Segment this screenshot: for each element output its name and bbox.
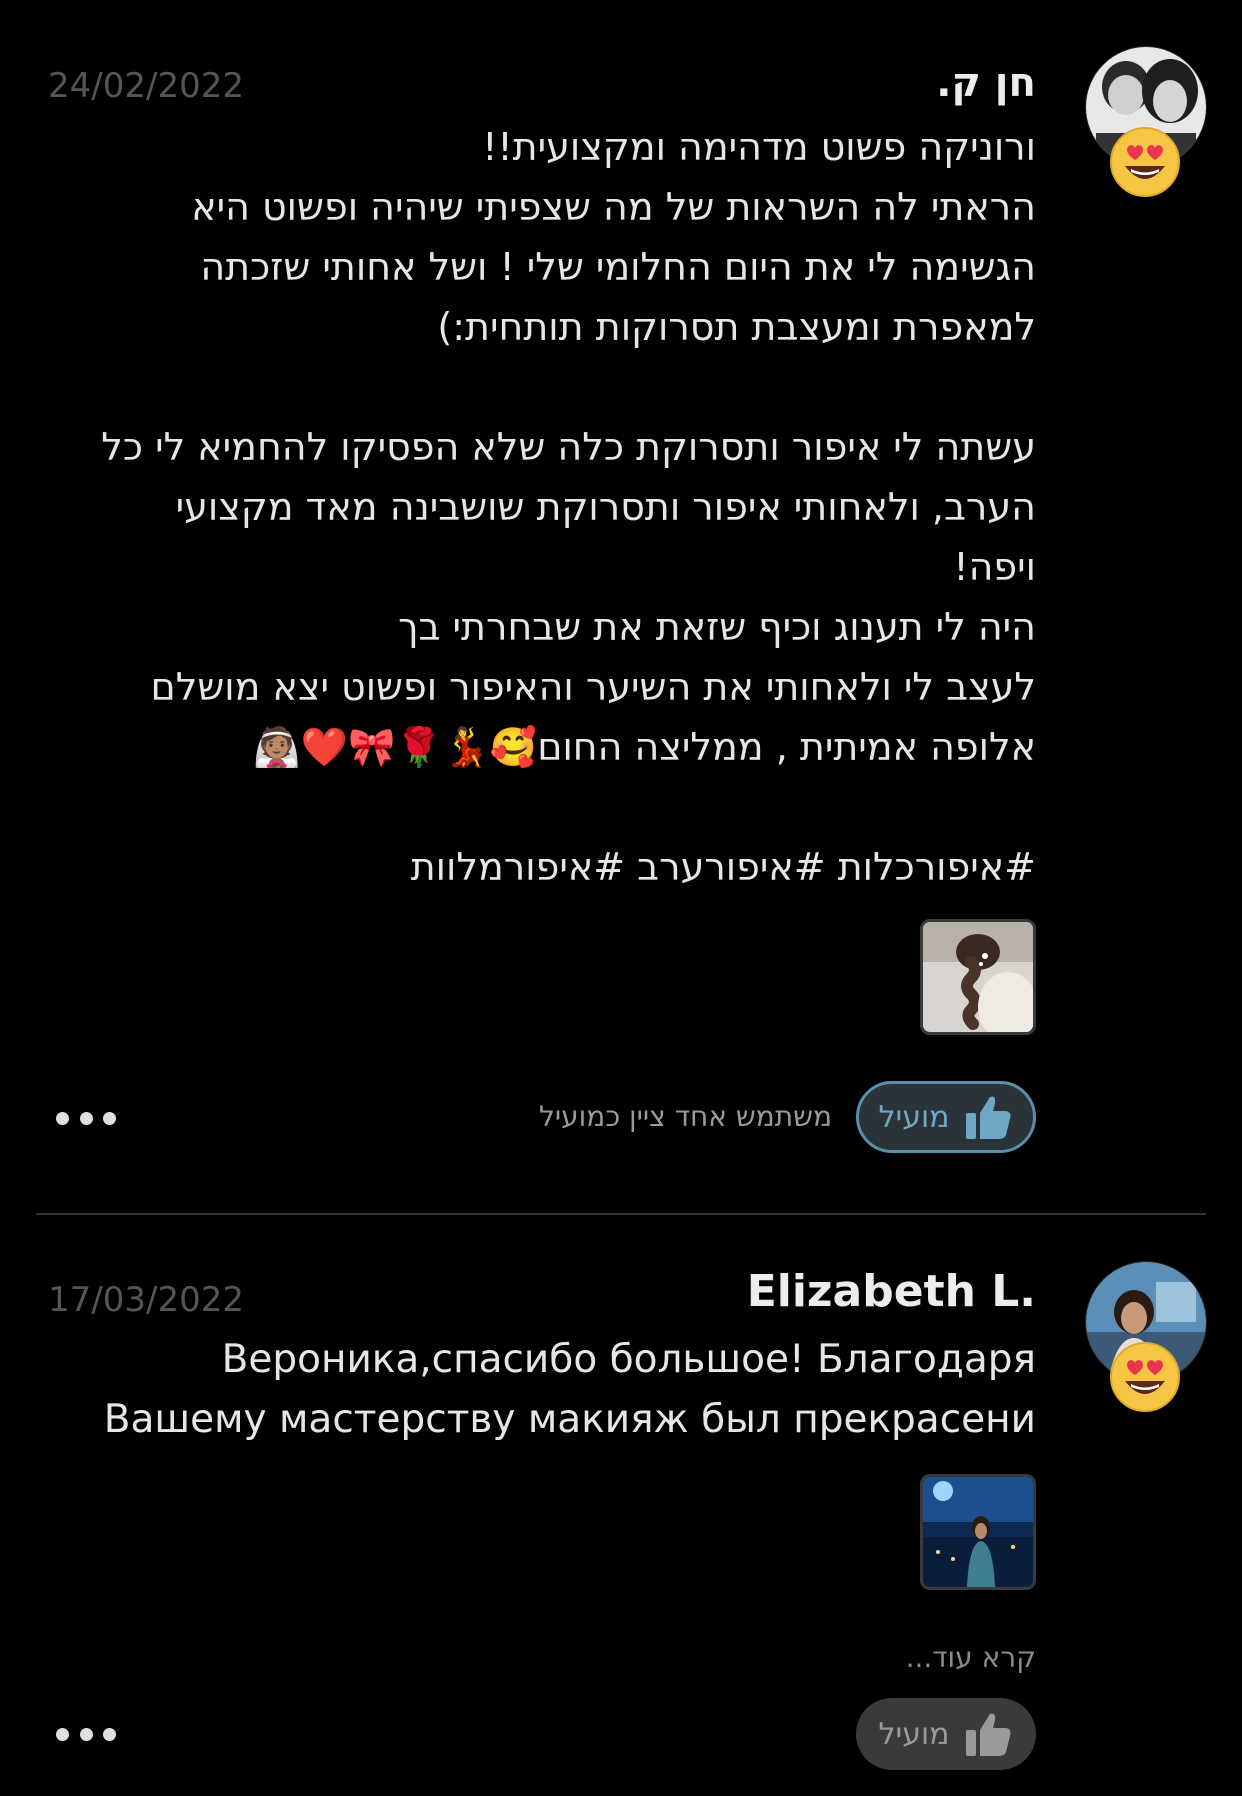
review-line: היה לי תענוג וכיף שזאת את שבחרתי בך — [398, 605, 1036, 649]
review-line: למאפרת ומעצבת תסרוקות תותחית:) — [437, 305, 1036, 349]
dot-icon — [103, 1727, 116, 1741]
review-blank-line — [36, 357, 1036, 417]
review-divider — [36, 1213, 1206, 1215]
review-card: Elizabeth L. 17/03/2022 Вероника,спасибо… — [0, 1216, 1242, 1796]
reviewer-avatar-wrap[interactable] — [1085, 1261, 1207, 1412]
helpful-count-text: משתמש אחד ציין כמועיל — [538, 1100, 832, 1133]
reviewer-name: Elizabeth L. — [746, 1266, 1036, 1317]
review-photo-thumbnail[interactable] — [920, 919, 1036, 1035]
more-options-button[interactable] — [56, 1106, 116, 1130]
dot-icon — [79, 1727, 93, 1741]
review-line: הערב, ולאחותי איפור ותסרוקת שושבינה מאד … — [175, 485, 1036, 529]
review-line: ורוניקה פשוט מדהימה ומקצועית!! — [482, 125, 1036, 169]
review-line: ויפה! — [953, 545, 1036, 589]
heart-eyes-emoji-icon — [1110, 127, 1180, 197]
review-blank-line — [36, 777, 1036, 837]
dot-icon — [56, 1727, 69, 1741]
review-line: הראתי לה השראות של מה שצפיתי שיהיה ופשוט… — [191, 185, 1036, 229]
review-line: Вашему мастерству макияж был прекрасени — [103, 1397, 1036, 1442]
reviewer-avatar-wrap[interactable] — [1085, 46, 1207, 197]
helpful-label: מועיל — [878, 1099, 950, 1135]
review-line: Вероника,спасибо большое! Благодаря — [221, 1337, 1036, 1382]
thumbs-up-icon — [965, 1096, 1011, 1139]
review-date: 17/03/2022 — [48, 1280, 244, 1320]
dot-icon — [79, 1111, 93, 1125]
review-line: לעצב לי ולאחותי את השיער והאיפור ופשוט י… — [150, 665, 1036, 709]
review-line: אלופה אמיתית , ממליצה החום🥰💃🌹🎀❤️👰🏽 — [253, 725, 1036, 769]
review-body: Вероника,спасибо большое! Благодаря Ваше… — [36, 1330, 1036, 1450]
review-card: חן ק. 24/02/2022 ורוניקה פשוט מדהימה ומק… — [0, 0, 1242, 1215]
helpful-button[interactable]: מועיל — [856, 1081, 1036, 1153]
dot-icon — [103, 1111, 116, 1125]
thumbs-up-icon — [965, 1713, 1011, 1756]
review-line: עשתה לי איפור ותסרוקת כלה שלא הפסיקו להח… — [101, 425, 1036, 469]
read-more-link[interactable]: קרא עוד... — [906, 1641, 1036, 1674]
reviewer-name: חן ק. — [936, 60, 1036, 106]
review-line: הגשימה לי את היום החלומי שלי ! ושל אחותי… — [200, 245, 1036, 289]
dot-icon — [56, 1111, 69, 1125]
review-photo-thumbnail[interactable] — [920, 1474, 1036, 1590]
helpful-label: מועיל — [878, 1716, 950, 1752]
review-body: ורוניקה פשוט מדהימה ומקצועית!! הראתי לה … — [36, 117, 1036, 897]
helpful-button[interactable]: מועיל — [856, 1698, 1036, 1770]
heart-eyes-emoji-icon — [1110, 1342, 1180, 1412]
more-options-button[interactable] — [56, 1722, 116, 1746]
review-date: 24/02/2022 — [48, 66, 244, 106]
review-hashtags[interactable]: #איפורכלות #איפורערב #איפורמלוות — [36, 837, 1036, 897]
